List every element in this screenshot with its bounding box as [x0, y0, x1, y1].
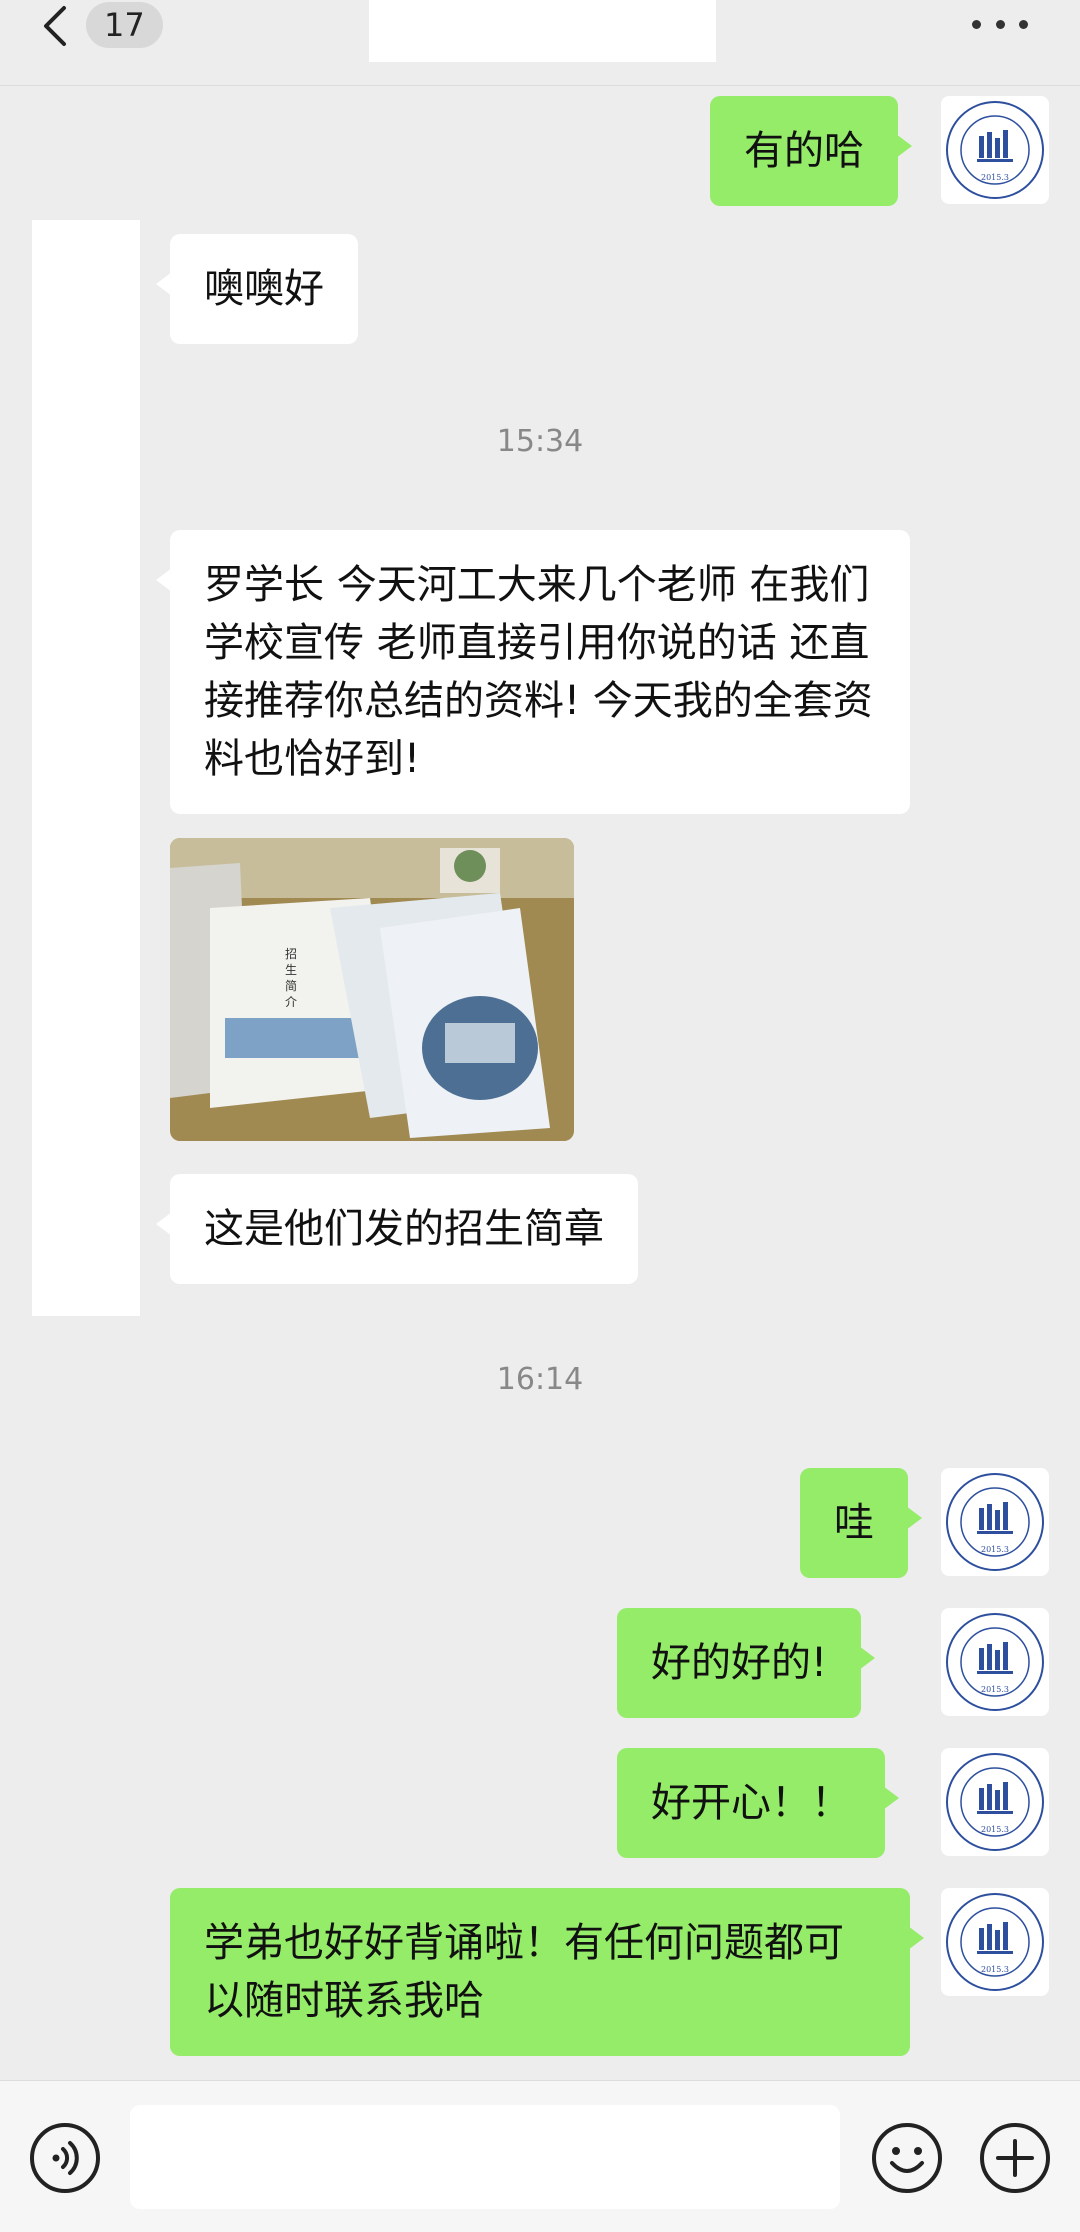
- voice-icon: [30, 2123, 100, 2193]
- svg-text:2015.3: 2015.3: [981, 1965, 1009, 1974]
- svg-text:2015.3: 2015.3: [981, 173, 1009, 182]
- logo-icon: 2015.3: [946, 1893, 1044, 1991]
- svg-text:2015.3: 2015.3: [981, 1825, 1009, 1834]
- unread-count-badge: 17: [86, 2, 163, 48]
- emoji-icon: [872, 2123, 942, 2193]
- message-input[interactable]: [130, 2105, 840, 2209]
- message-bubble-sent[interactable]: 好的好的!: [617, 1608, 876, 1718]
- chat-header: 17: [0, 0, 1080, 86]
- svg-text:招: 招: [285, 947, 297, 961]
- photo-message[interactable]: 招 生 简 介: [170, 838, 574, 1141]
- plus-button[interactable]: [978, 2121, 1052, 2195]
- logo-icon: 2015.3: [946, 1613, 1044, 1711]
- chat-title: [369, 0, 716, 62]
- message-bubble-sent[interactable]: 有的哈: [710, 96, 912, 206]
- emoji-button[interactable]: [870, 2121, 944, 2195]
- plus-icon: [980, 2123, 1050, 2193]
- logo-icon: 2015.3: [946, 1473, 1044, 1571]
- message-bubble-received[interactable]: 罗学长 今天河工大来几个老师 在我们学校宣传 老师直接引用你说的话 还直接推荐你…: [156, 530, 910, 814]
- photo-thumbnail: 招 生 简 介: [170, 838, 574, 1141]
- message-bubble-received[interactable]: 噢噢好: [156, 234, 358, 344]
- message-bubble-received[interactable]: 这是他们发的招生简章: [156, 1174, 638, 1284]
- voice-button[interactable]: [28, 2121, 102, 2195]
- message-bubble-sent[interactable]: 哇: [800, 1468, 922, 1578]
- svg-text:简: 简: [285, 979, 297, 993]
- avatar[interactable]: 2015.3: [941, 1608, 1049, 1716]
- avatar[interactable]: 2015.3: [941, 96, 1049, 204]
- timestamp: 15:34: [496, 424, 584, 459]
- avatar[interactable]: 2015.3: [941, 1748, 1049, 1856]
- avatar[interactable]: 2015.3: [941, 1888, 1049, 1996]
- message-bubble-sent[interactable]: 学弟也好好背诵啦！有任何问题都可以随时联系我哈: [170, 1888, 924, 2056]
- input-bar: [0, 2080, 1080, 2232]
- timestamp: 16:14: [496, 1362, 584, 1397]
- svg-text:2015.3: 2015.3: [981, 1685, 1009, 1694]
- back-button[interactable]: [36, 2, 76, 50]
- chevron-left-icon: [44, 6, 66, 46]
- avatar[interactable]: 2015.3: [941, 1468, 1049, 1576]
- more-dots-icon[interactable]: [972, 14, 1028, 34]
- logo-icon: 2015.3: [946, 101, 1044, 199]
- logo-icon: 2015.3: [946, 1753, 1044, 1851]
- svg-text:2015.3: 2015.3: [981, 1545, 1009, 1554]
- message-bubble-sent[interactable]: 好开心！！: [617, 1748, 899, 1858]
- svg-text:介: 介: [285, 995, 297, 1009]
- svg-text:生: 生: [285, 963, 297, 977]
- contact-avatar-column: [32, 220, 140, 1316]
